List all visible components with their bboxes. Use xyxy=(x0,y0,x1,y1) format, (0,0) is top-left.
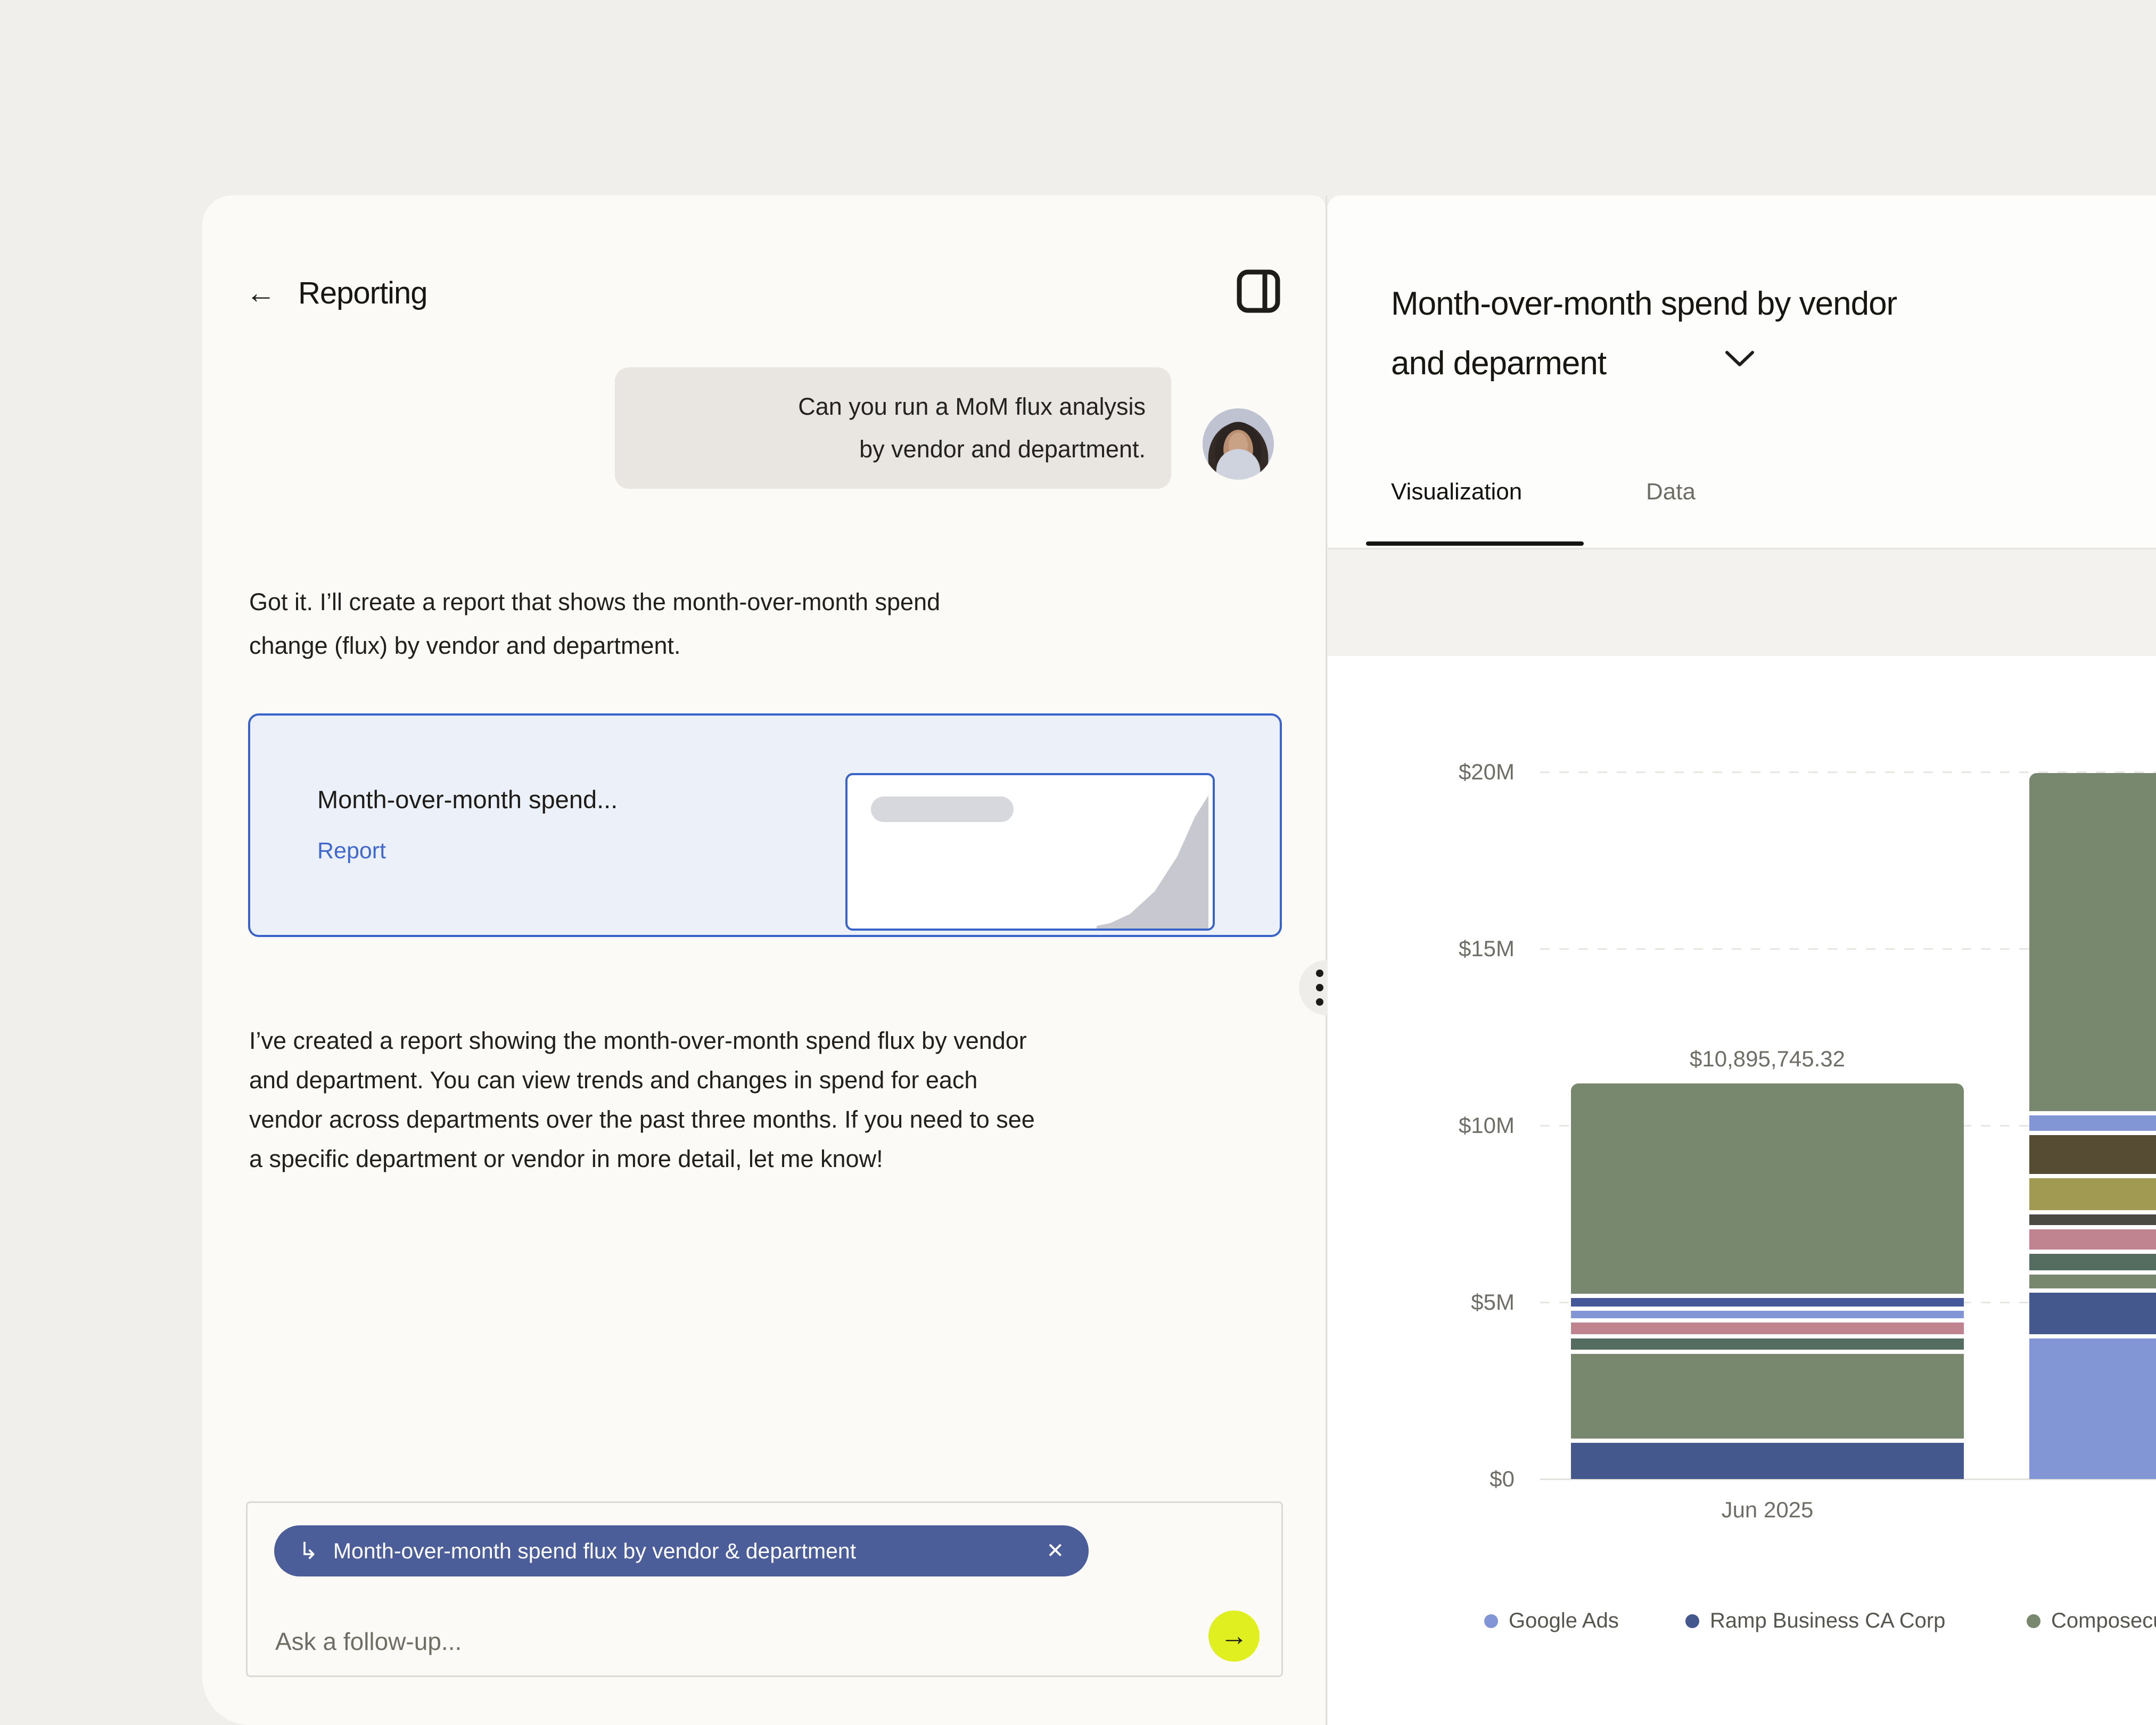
bar-segment-slate[interactable] xyxy=(1571,1338,1964,1350)
filter-bar: Paid True xyxy=(1328,549,2156,657)
report-title: Month-over-month spend by vendor and dep… xyxy=(1391,274,2115,393)
user-message-line: Can you run a MoM flux analysis xyxy=(798,385,1146,428)
y-axis-tick: $0 xyxy=(1328,1466,1515,1492)
y-axis-tick: $20M xyxy=(1328,759,1515,785)
back-arrow-icon[interactable]: ← xyxy=(246,278,276,308)
app-root: ← Reporting Can you run a MoM flux analy… xyxy=(0,0,2156,1725)
bar-segment-periwinkle[interactable] xyxy=(1571,1311,1964,1318)
assistant-message: I’ve created a report showing the month-… xyxy=(249,1021,1035,1179)
y-axis-tick: $10M xyxy=(1328,1113,1515,1138)
bar-total-label: $10,895,745.32 xyxy=(1554,1046,1980,1072)
bar-segment-periwinkle[interactable] xyxy=(2029,1338,2156,1479)
legend-label: Ramp Business CA Corp xyxy=(1710,1609,1945,1633)
assistant-message: Got it. I’ll create a report that shows … xyxy=(249,580,940,668)
legend-label: Google Ads xyxy=(1509,1609,1619,1633)
bar-segment-navy[interactable] xyxy=(1571,1443,1964,1479)
user-message-bubble: Can you run a MoM flux analysis by vendo… xyxy=(615,367,1171,489)
active-tab-underline xyxy=(1366,541,1584,546)
legend-label: Composecu xyxy=(2051,1609,2156,1633)
bar-segment-navy[interactable] xyxy=(2029,1293,2156,1334)
report-panel: Month-over-month spend by vendor and dep… xyxy=(1328,195,2156,1725)
legend-dot-icon xyxy=(1484,1614,1498,1628)
bar-segment-brown[interactable] xyxy=(2029,1135,2156,1174)
chat-header: ← Reporting xyxy=(246,270,1284,316)
bar-segment-sage[interactable] xyxy=(2029,1275,2156,1288)
page-title: Reporting xyxy=(298,275,427,311)
report-attachment-card[interactable]: Month-over-month spend... Report xyxy=(248,713,1282,937)
legend-item[interactable]: Google Ads xyxy=(1484,1609,1619,1633)
x-axis-label: Jun 2025 xyxy=(1571,1497,1964,1523)
assistant-text-line: a specific department or vendor in more … xyxy=(249,1139,1035,1179)
y-axis-tick: $5M xyxy=(1328,1289,1515,1315)
assistant-text-line: Got it. I’ll create a report that shows … xyxy=(249,580,940,624)
thumbnail-placeholder-bar xyxy=(871,796,1014,822)
assistant-text-line: change (flux) by vendor and department. xyxy=(249,624,940,668)
bar-segment-rose[interactable] xyxy=(2029,1229,2156,1250)
tab-data[interactable]: Data xyxy=(1646,479,1696,505)
bar-segment-periwinkle[interactable] xyxy=(2029,1115,2156,1131)
context-chip-label: Month-over-month spend flux by vendor & … xyxy=(333,1539,856,1564)
context-chip[interactable]: ↳ Month-over-month spend flux by vendor … xyxy=(274,1525,1089,1576)
legend-item[interactable]: Composecu xyxy=(2027,1609,2156,1633)
bar-segment-sage[interactable] xyxy=(1571,1083,1964,1294)
user-avatar xyxy=(1203,408,1274,480)
composer: ↳ Month-over-month spend flux by vendor … xyxy=(246,1501,1283,1677)
stacked-bar-chart: $0 $5M $10M $15M $20M Jun 2025 $10,895,745.32 G… xyxy=(1328,656,2156,1725)
report-card-title: Month-over-month spend... xyxy=(317,785,618,814)
bar-clipped[interactable] xyxy=(2029,656,2156,1479)
report-title-line: Month-over-month spend by vendor xyxy=(1391,274,2115,334)
bar-segment-olive[interactable] xyxy=(2029,1178,2156,1210)
branch-arrow-icon: ↳ xyxy=(299,1538,318,1565)
close-icon[interactable]: ✕ xyxy=(1046,1539,1064,1563)
y-axis-tick: $15M xyxy=(1328,936,1515,962)
bar-segment-sage[interactable] xyxy=(1571,1354,1964,1439)
legend-item[interactable]: Ramp Business CA Corp xyxy=(1685,1609,1945,1633)
bar-segment-navy2[interactable] xyxy=(1571,1298,1964,1307)
bar-segment-rose[interactable] xyxy=(1571,1322,1964,1334)
assistant-text-line: and department. You can view trends and … xyxy=(249,1061,1035,1100)
legend-dot-icon xyxy=(2027,1614,2040,1628)
tab-visualization[interactable]: Visualization xyxy=(1391,479,1522,505)
bar-segment-slate[interactable] xyxy=(2029,1254,2156,1270)
followup-input[interactable] xyxy=(274,1617,1075,1666)
chat-panel: ← Reporting Can you run a MoM flux analy… xyxy=(202,195,1326,1725)
bar-segment-sage[interactable] xyxy=(2029,773,2156,1111)
arrow-right-icon: → xyxy=(1220,1620,1248,1652)
report-link[interactable]: Report xyxy=(317,838,386,864)
user-message-line: by vendor and department. xyxy=(859,428,1146,471)
chevron-down-icon[interactable] xyxy=(1724,350,1755,368)
assistant-text-line: vendor across departments over the past … xyxy=(249,1100,1035,1139)
report-thumbnail xyxy=(845,773,1215,931)
legend-dot-icon xyxy=(1685,1614,1699,1628)
assistant-text-line: I’ve created a report showing the month-… xyxy=(249,1021,1035,1061)
split-panel-icon[interactable] xyxy=(1236,269,1281,314)
bar-segment-graphite[interactable] xyxy=(2029,1214,2156,1225)
thumbnail-chart-curve xyxy=(1097,795,1208,929)
send-button[interactable]: → xyxy=(1208,1611,1260,1662)
